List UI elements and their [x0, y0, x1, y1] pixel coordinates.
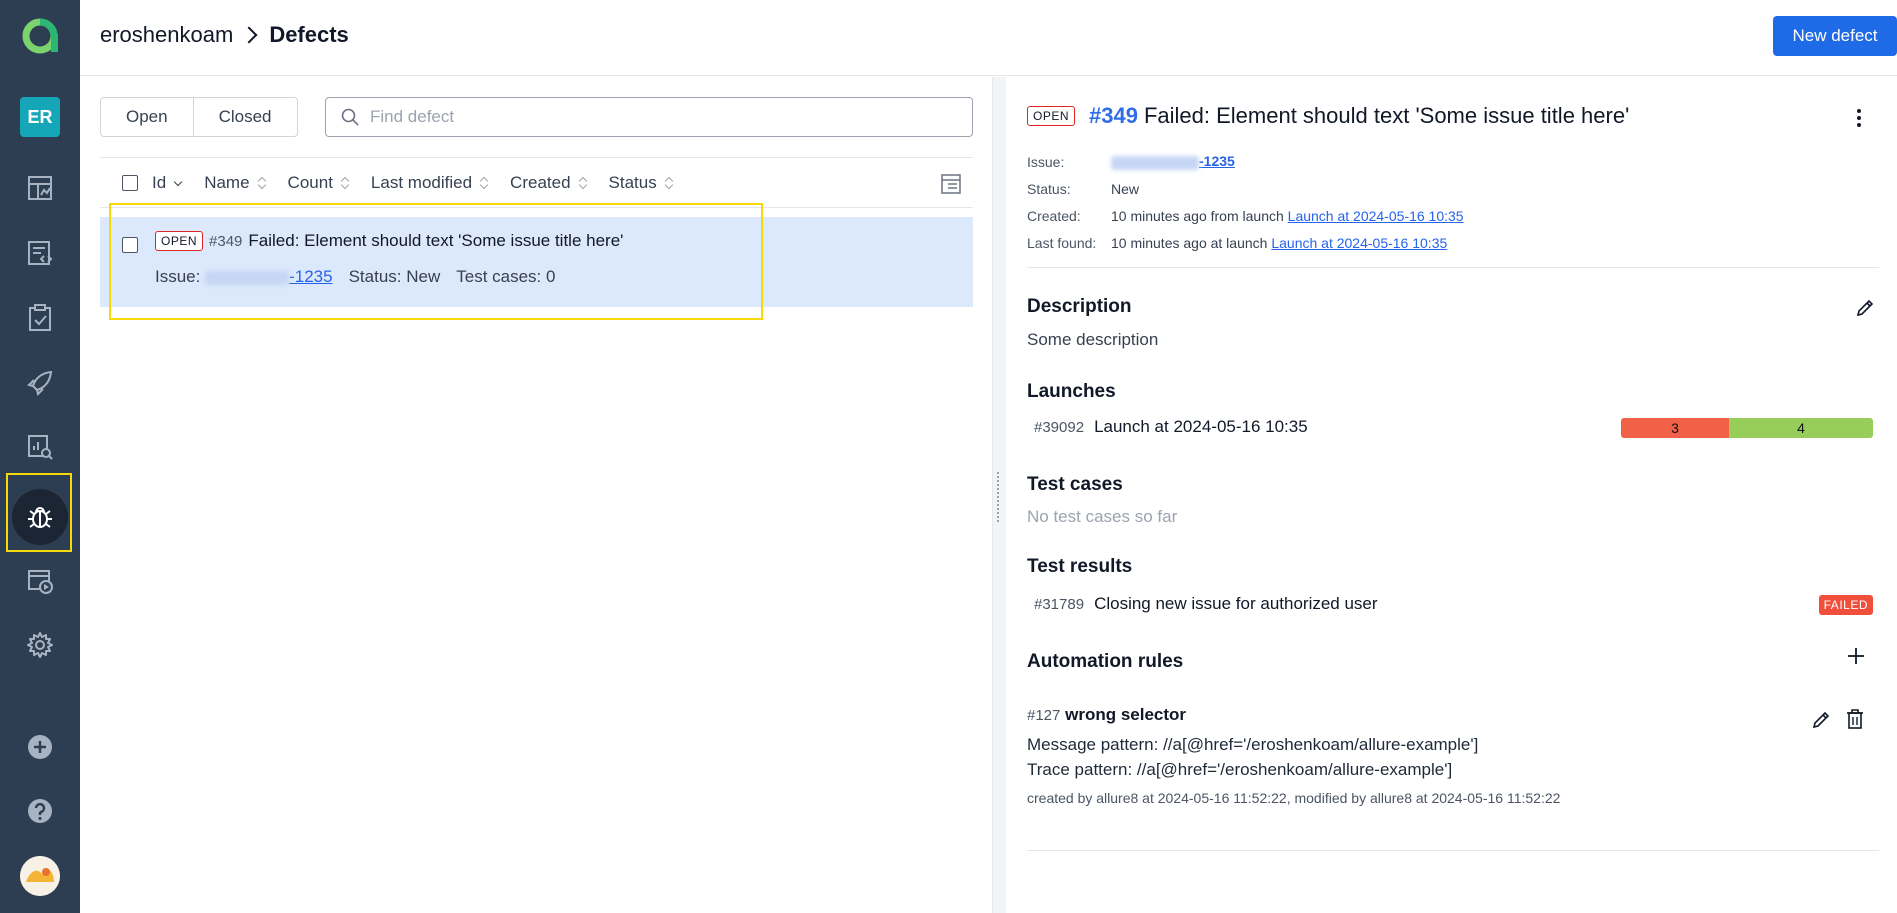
launches-heading: Launches: [1027, 381, 1116, 402]
last-found-launch-link[interactable]: Launch at 2024-05-16 10:35: [1271, 235, 1447, 251]
chevron-right-icon: [240, 26, 258, 44]
detail-title: OPEN #349 Failed: Element should text 'S…: [1027, 103, 1629, 129]
column-header-created[interactable]: Created: [510, 173, 586, 193]
sidebar: ER: [0, 0, 80, 913]
sort-icon: [341, 176, 349, 190]
created-launch-link[interactable]: Launch at 2024-05-16 10:35: [1288, 208, 1464, 224]
pane-resizer[interactable]: [992, 77, 1006, 913]
test-results-heading: Test results: [1027, 556, 1133, 577]
search-icon: [341, 108, 359, 126]
app-root: ER eroshenkoam Defects New defect Open C…: [0, 0, 1897, 913]
help-icon[interactable]: [25, 796, 55, 826]
add-icon[interactable]: [25, 732, 55, 762]
description-heading: Description: [1027, 296, 1132, 317]
rule-name: wrong selector: [1065, 705, 1187, 724]
defect-detail-pane: OPEN #349 Failed: Element should text 'S…: [1006, 77, 1897, 913]
table-header: Id Name Count Last modified Created Stat…: [100, 158, 973, 208]
settings-icon[interactable]: [25, 630, 55, 660]
rule-id: #127: [1027, 707, 1061, 724]
allure-logo[interactable]: [20, 16, 60, 56]
analytics-icon[interactable]: [25, 432, 55, 462]
add-rule-icon[interactable]: [1847, 647, 1865, 665]
test-cases-heading: Test cases: [1027, 474, 1123, 495]
select-all-checkbox[interactable]: [122, 174, 138, 191]
rule-message-pattern: Message pattern: //a[@href='/eroshenkoam…: [1027, 735, 1479, 754]
edit-description-icon[interactable]: [1855, 298, 1875, 318]
test-result-name[interactable]: Closing new issue for authorized user: [1094, 594, 1377, 614]
more-vertical-icon[interactable]: [1851, 107, 1867, 129]
automation-rules-heading: Automation rules: [1027, 651, 1184, 672]
column-header-last-modified[interactable]: Last modified: [371, 173, 488, 193]
columns-settings-icon[interactable]: [939, 172, 963, 196]
header: eroshenkoam Defects New defect: [80, 0, 1897, 76]
test-cases-empty: No test cases so far: [1027, 507, 1178, 526]
test-result-id: #31789: [1034, 595, 1085, 613]
column-header-name[interactable]: Name: [204, 173, 265, 193]
launch-name[interactable]: Launch at 2024-05-16 10:35: [1094, 417, 1308, 437]
column-header-status[interactable]: Status: [609, 173, 673, 193]
user-avatar[interactable]: [20, 856, 60, 896]
description-text: Some description: [1027, 330, 1159, 349]
project-avatar[interactable]: ER: [20, 97, 60, 137]
detail-meta: Issue: -1235 Status: New Created: 10 minute…: [1027, 153, 1464, 251]
delete-rule-icon[interactable]: [1845, 708, 1865, 730]
highlight-box-sidebar: [6, 473, 72, 552]
sort-icon: [579, 176, 587, 190]
column-header-id[interactable]: Id: [152, 173, 182, 193]
launches-icon[interactable]: [25, 368, 55, 398]
failed-badge: FAILED: [1818, 595, 1873, 615]
rule-meta: created by allure8 at 2024-05-16 11:52:2…: [1027, 790, 1561, 806]
search-box: [325, 97, 973, 137]
breadcrumb: eroshenkoam Defects: [100, 22, 349, 48]
issue-link[interactable]: -1235: [1199, 153, 1235, 169]
test-result-item[interactable]: #31789 Closing new issue for authorized …: [1034, 594, 1378, 614]
breadcrumb-project[interactable]: eroshenkoam: [100, 22, 233, 48]
search-input[interactable]: [370, 99, 950, 135]
detail-status-badge: OPEN: [1027, 106, 1076, 126]
column-header-count[interactable]: Count: [288, 173, 349, 193]
status-filter-toggle: Open Closed: [100, 97, 298, 137]
sort-icon: [665, 176, 673, 190]
launch-id: #39092: [1034, 418, 1085, 436]
page-title: Defects: [269, 22, 349, 47]
highlight-box-row: [109, 203, 763, 320]
new-defect-button[interactable]: New defect: [1773, 16, 1897, 56]
redacted-issue-key: [1111, 155, 1199, 170]
filter-open-button[interactable]: Open: [101, 98, 193, 136]
sort-icon: [258, 176, 266, 190]
launch-stats-bar: 3 4: [1621, 418, 1873, 438]
rule-title: #127 wrong selector: [1027, 705, 1186, 725]
divider: [1027, 850, 1879, 851]
jobs-icon[interactable]: [25, 566, 55, 596]
failed-count: 3: [1621, 418, 1729, 438]
test-cases-icon[interactable]: [25, 238, 55, 268]
rule-trace-pattern: Trace pattern: //a[@href='/eroshenkoam/a…: [1027, 760, 1453, 779]
sort-desc-icon: [174, 176, 182, 190]
detail-name: Failed: Element should text 'Some issue …: [1143, 103, 1630, 128]
divider: [1027, 267, 1879, 268]
launch-item[interactable]: #39092 Launch at 2024-05-16 10:35: [1034, 417, 1308, 437]
passed-count: 4: [1729, 418, 1873, 438]
sort-icon: [480, 176, 488, 190]
detail-id: #349: [1089, 103, 1138, 128]
filter-closed-button[interactable]: Closed: [192, 98, 297, 136]
drag-handle-icon[interactable]: [997, 472, 1001, 522]
edit-rule-icon[interactable]: [1811, 710, 1831, 730]
test-plans-icon[interactable]: [25, 303, 55, 333]
dashboard-icon[interactable]: [25, 173, 55, 203]
